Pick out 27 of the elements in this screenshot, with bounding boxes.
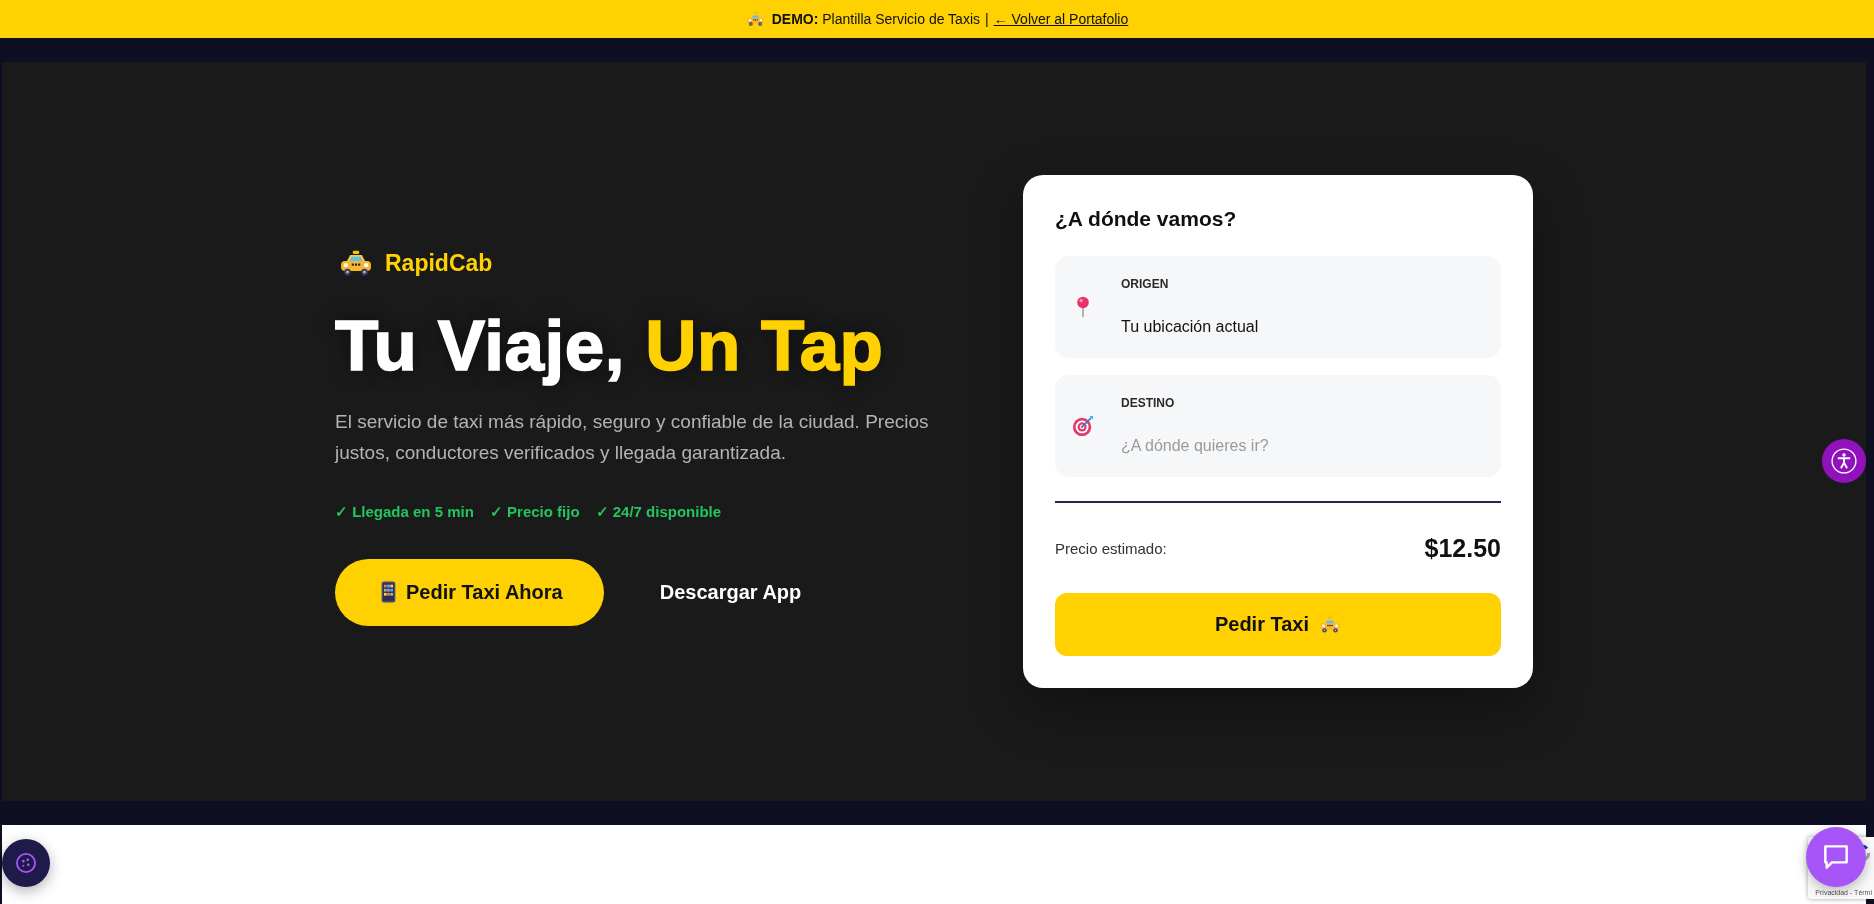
order-taxi-button[interactable]: Pedir Taxi Ahora (335, 558, 604, 626)
taxi-icon (339, 250, 373, 277)
card-title: ¿A dónde vamos? (1055, 206, 1238, 232)
accessibility-icon (1831, 448, 1857, 474)
field-label: DESTINO (1121, 395, 1175, 411)
hero-description: El servicio de taxi más rápido, seguro y confiable de la ciudad. Precios justos, conductores verificados y llegada garantizada. (335, 409, 930, 465)
portfolio-link[interactable]: ← Volver al Portafolio (993, 11, 1129, 27)
brand-name: RapidCab (385, 249, 493, 277)
chat-icon (1824, 845, 1848, 869)
target-icon (1072, 415, 1094, 437)
banner-text: DEMO: Plantilla Servicio de Taxis (771, 11, 980, 27)
feature-text: ✓ Precio fijo (489, 501, 580, 522)
taxi-icon (1319, 616, 1342, 633)
taxi-icon (745, 12, 765, 26)
cookie-icon (16, 853, 36, 873)
address-input[interactable]: ¿A dónde quieres ir? (1121, 431, 1485, 461)
price-label: Precio estimado: (1055, 539, 1167, 557)
feature-text: ✓ 24/7 disponible (595, 501, 722, 522)
phone-icon (381, 581, 396, 604)
price-value: $12.50 (1424, 533, 1501, 563)
download-app-button[interactable]: Descargar App (637, 558, 824, 626)
hero-title: Tu Viaje, Un Tap (335, 307, 885, 386)
separator-text: | (985, 11, 989, 27)
request-taxi-button[interactable]: Pedir Taxi (1055, 593, 1501, 656)
field-label: ORIGEN (1121, 276, 1169, 292)
address-input[interactable]: Tu ubicación actual (1121, 312, 1485, 342)
feature-text: ✓ Llegada en 5 min (335, 501, 474, 522)
